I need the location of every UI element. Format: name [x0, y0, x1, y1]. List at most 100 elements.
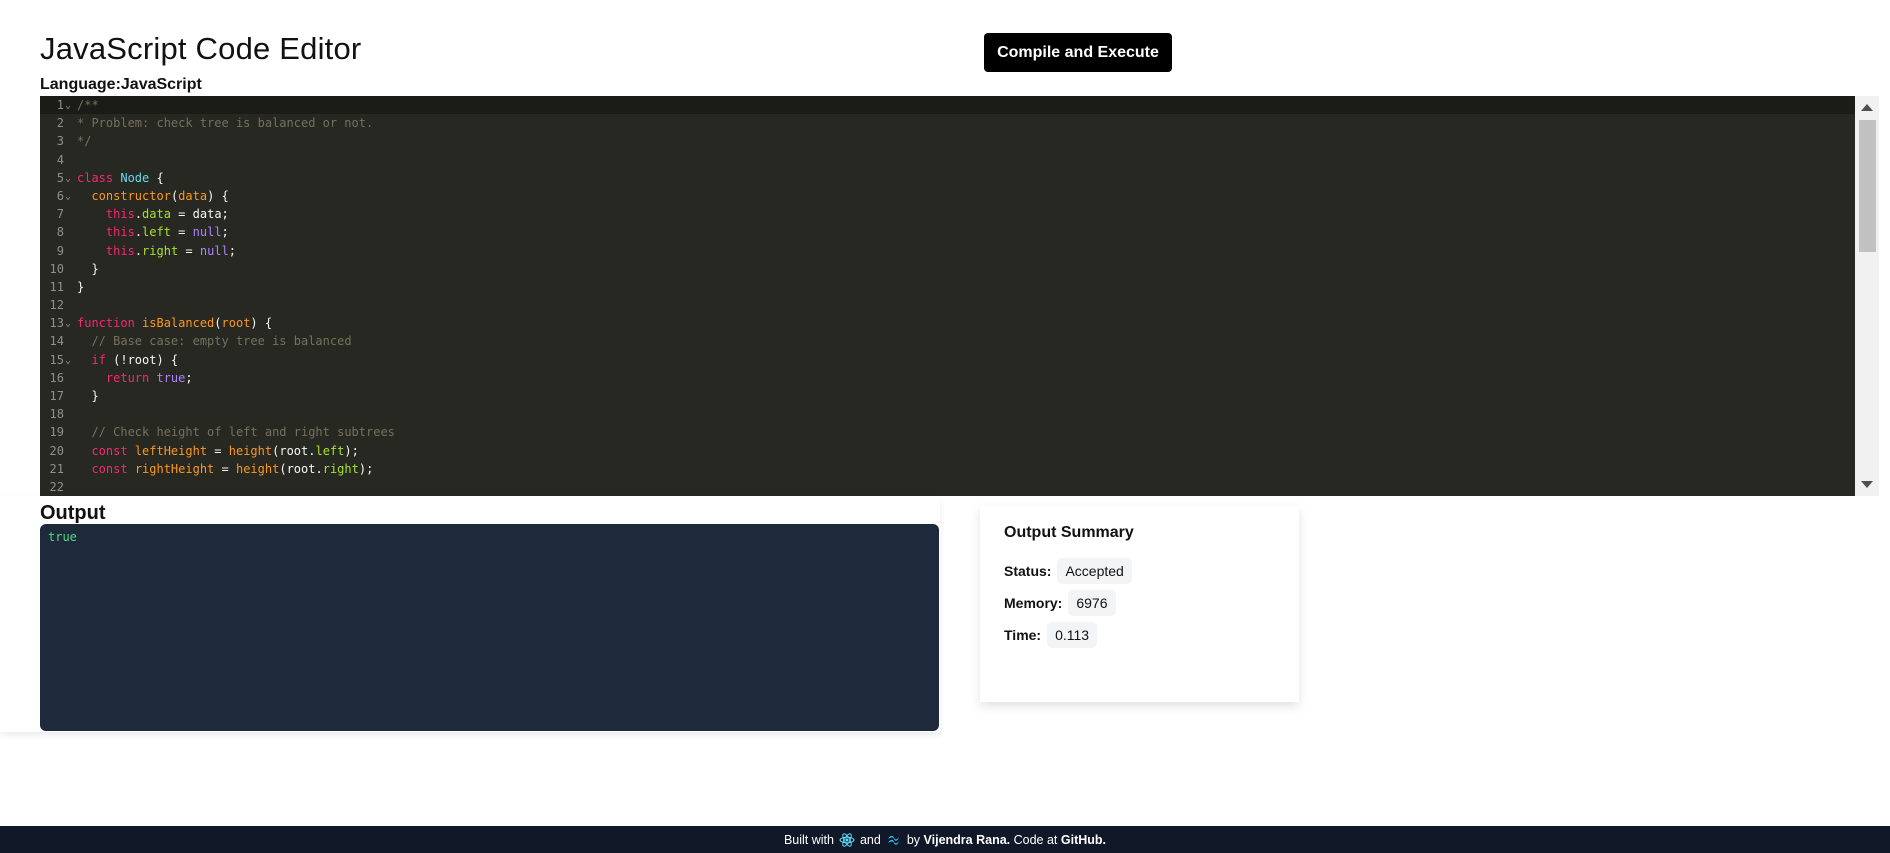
footer: Built with and by Vijendra Rana. Code at… — [0, 826, 1890, 853]
code-line[interactable]: 6 ⌄ constructor(data) { — [40, 187, 1855, 205]
code-line[interactable]: 18 — [40, 405, 1855, 423]
code-line[interactable]: 13 ⌄ function isBalanced(root) { — [40, 314, 1855, 332]
code-token: = — [178, 243, 200, 258]
code-line[interactable]: 16 return true; — [40, 369, 1855, 387]
code-text: function isBalanced(root) { — [77, 314, 272, 332]
code-text: this.data = data; — [77, 205, 229, 223]
code-token: left — [142, 225, 171, 240]
code-token: ; — [228, 243, 236, 258]
code-token: const — [91, 443, 135, 458]
code-text: } — [77, 387, 98, 405]
output-text: true — [48, 530, 77, 544]
page-title: JavaScript Code Editor — [40, 31, 362, 66]
code-token: ( — [214, 316, 222, 331]
code-line[interactable]: 7 this.data = data; — [40, 205, 1855, 223]
code-line[interactable]: 19 // Check height of left and right sub… — [40, 423, 1855, 441]
code-token: ) { — [250, 316, 273, 331]
code-token: ); — [344, 443, 359, 458]
code-token: Node — [120, 170, 150, 185]
code-line[interactable]: 21 const rightHeight = height(root.right… — [40, 460, 1855, 478]
code-line[interactable]: 14 // Base case: empty tree is balanced — [40, 332, 1855, 350]
code-text: this.left = null; — [77, 223, 229, 241]
fold-chevron-icon[interactable]: ⌄ — [65, 315, 71, 333]
code-token: ; — [221, 207, 229, 222]
code-line[interactable]: 9 this.right = null; — [40, 242, 1855, 260]
code-line[interactable]: 22 — [40, 478, 1855, 496]
code-line[interactable]: 10 } — [40, 260, 1855, 278]
compile-and-execute-button[interactable]: Compile and Execute — [984, 33, 1172, 72]
code-token: this — [105, 243, 135, 258]
code-token: // Base case: empty tree is balanced — [91, 334, 352, 349]
author-link[interactable]: Vijendra Rana. — [924, 833, 1011, 847]
line-number: 14 — [49, 334, 64, 349]
code-token: root — [286, 461, 316, 476]
summary-title: Output Summary — [1004, 524, 1134, 541]
code-token: } — [77, 279, 85, 294]
code-token: null — [199, 243, 229, 258]
code-line[interactable]: 12 — [40, 296, 1855, 314]
code-editor[interactable]: 1 ⌄/** 2 * Problem: check tree is balanced … — [40, 96, 1855, 496]
code-line[interactable]: 17 } — [40, 387, 1855, 405]
code-token: (!root) { — [105, 352, 179, 367]
code-text: const leftHeight = height(root.left); — [77, 442, 359, 460]
code-token: root — [221, 316, 251, 331]
line-number: 17 — [49, 389, 64, 403]
code-line[interactable]: 11} — [40, 278, 1855, 296]
code-text: */ — [77, 132, 91, 150]
line-number: 2 — [56, 116, 64, 131]
code-token: isBalanced — [142, 316, 215, 331]
code-token: data — [142, 207, 171, 222]
scrollbar-thumb[interactable] — [1859, 120, 1876, 252]
line-number: 10 — [49, 261, 64, 276]
code-text: class Node { — [77, 169, 164, 187]
code-line[interactable]: 5 ⌄ class Node { — [40, 169, 1855, 187]
memory-value: 6976 — [1068, 590, 1116, 616]
code-text: // Base case: empty tree is balanced — [77, 332, 352, 350]
fold-chevron-icon[interactable]: ⌄ — [65, 352, 71, 370]
code-line[interactable]: 1 ⌄ /** — [40, 96, 1855, 115]
code-line[interactable]: 8 this.left = null; — [40, 223, 1855, 241]
memory-row: Memory: 6976 — [1004, 590, 1116, 616]
code-line[interactable]: 20 const leftHeight = height(root.left); — [40, 442, 1855, 460]
editor-scrollbar[interactable] — [1855, 96, 1879, 496]
code-line[interactable]: 3 */ — [40, 132, 1855, 150]
scroll-down-arrow-icon[interactable] — [1861, 481, 1873, 488]
line-number: 16 — [49, 370, 64, 385]
code-token: = — [170, 225, 193, 240]
code-token: if — [91, 352, 106, 367]
github-link[interactable]: GitHub. — [1061, 833, 1106, 847]
line-number: 8 — [56, 225, 64, 240]
fold-chevron-icon[interactable]: ⌄ — [65, 170, 71, 188]
line-number: 6 — [56, 188, 64, 203]
code-token: return — [105, 370, 157, 385]
tailwind-icon — [887, 835, 899, 845]
footer-code-at: Code at — [1013, 832, 1058, 847]
language-label: Language: — [40, 76, 121, 93]
fold-chevron-icon[interactable]: ⌄ — [65, 188, 71, 206]
code-token: . — [134, 207, 143, 222]
fold-chevron-icon[interactable]: ⌄ — [65, 97, 71, 115]
code-token: = — [207, 443, 229, 458]
code-line[interactable]: 4 — [40, 151, 1855, 169]
code-line[interactable]: 15 ⌄ if (!root) { — [40, 351, 1855, 369]
code-token: ) { — [207, 188, 229, 203]
line-number: 11 — [49, 279, 64, 294]
line-number: 15 — [49, 352, 64, 367]
react-icon — [839, 832, 855, 847]
code-token: constructor — [91, 188, 171, 203]
status-badge: Accepted — [1057, 558, 1132, 584]
code-text: } — [77, 260, 98, 278]
code-token: root — [279, 443, 309, 458]
line-number: 9 — [56, 243, 64, 258]
code-token: true — [156, 370, 186, 385]
code-token: this — [105, 225, 135, 240]
code-token: . — [315, 461, 323, 476]
code-token: // Check height of left and right subtre… — [91, 425, 395, 440]
scroll-up-arrow-icon[interactable] — [1861, 104, 1873, 111]
code-line[interactable]: 2 * Problem: check tree is balanced or no… — [40, 114, 1855, 132]
code-token: data — [178, 188, 208, 203]
